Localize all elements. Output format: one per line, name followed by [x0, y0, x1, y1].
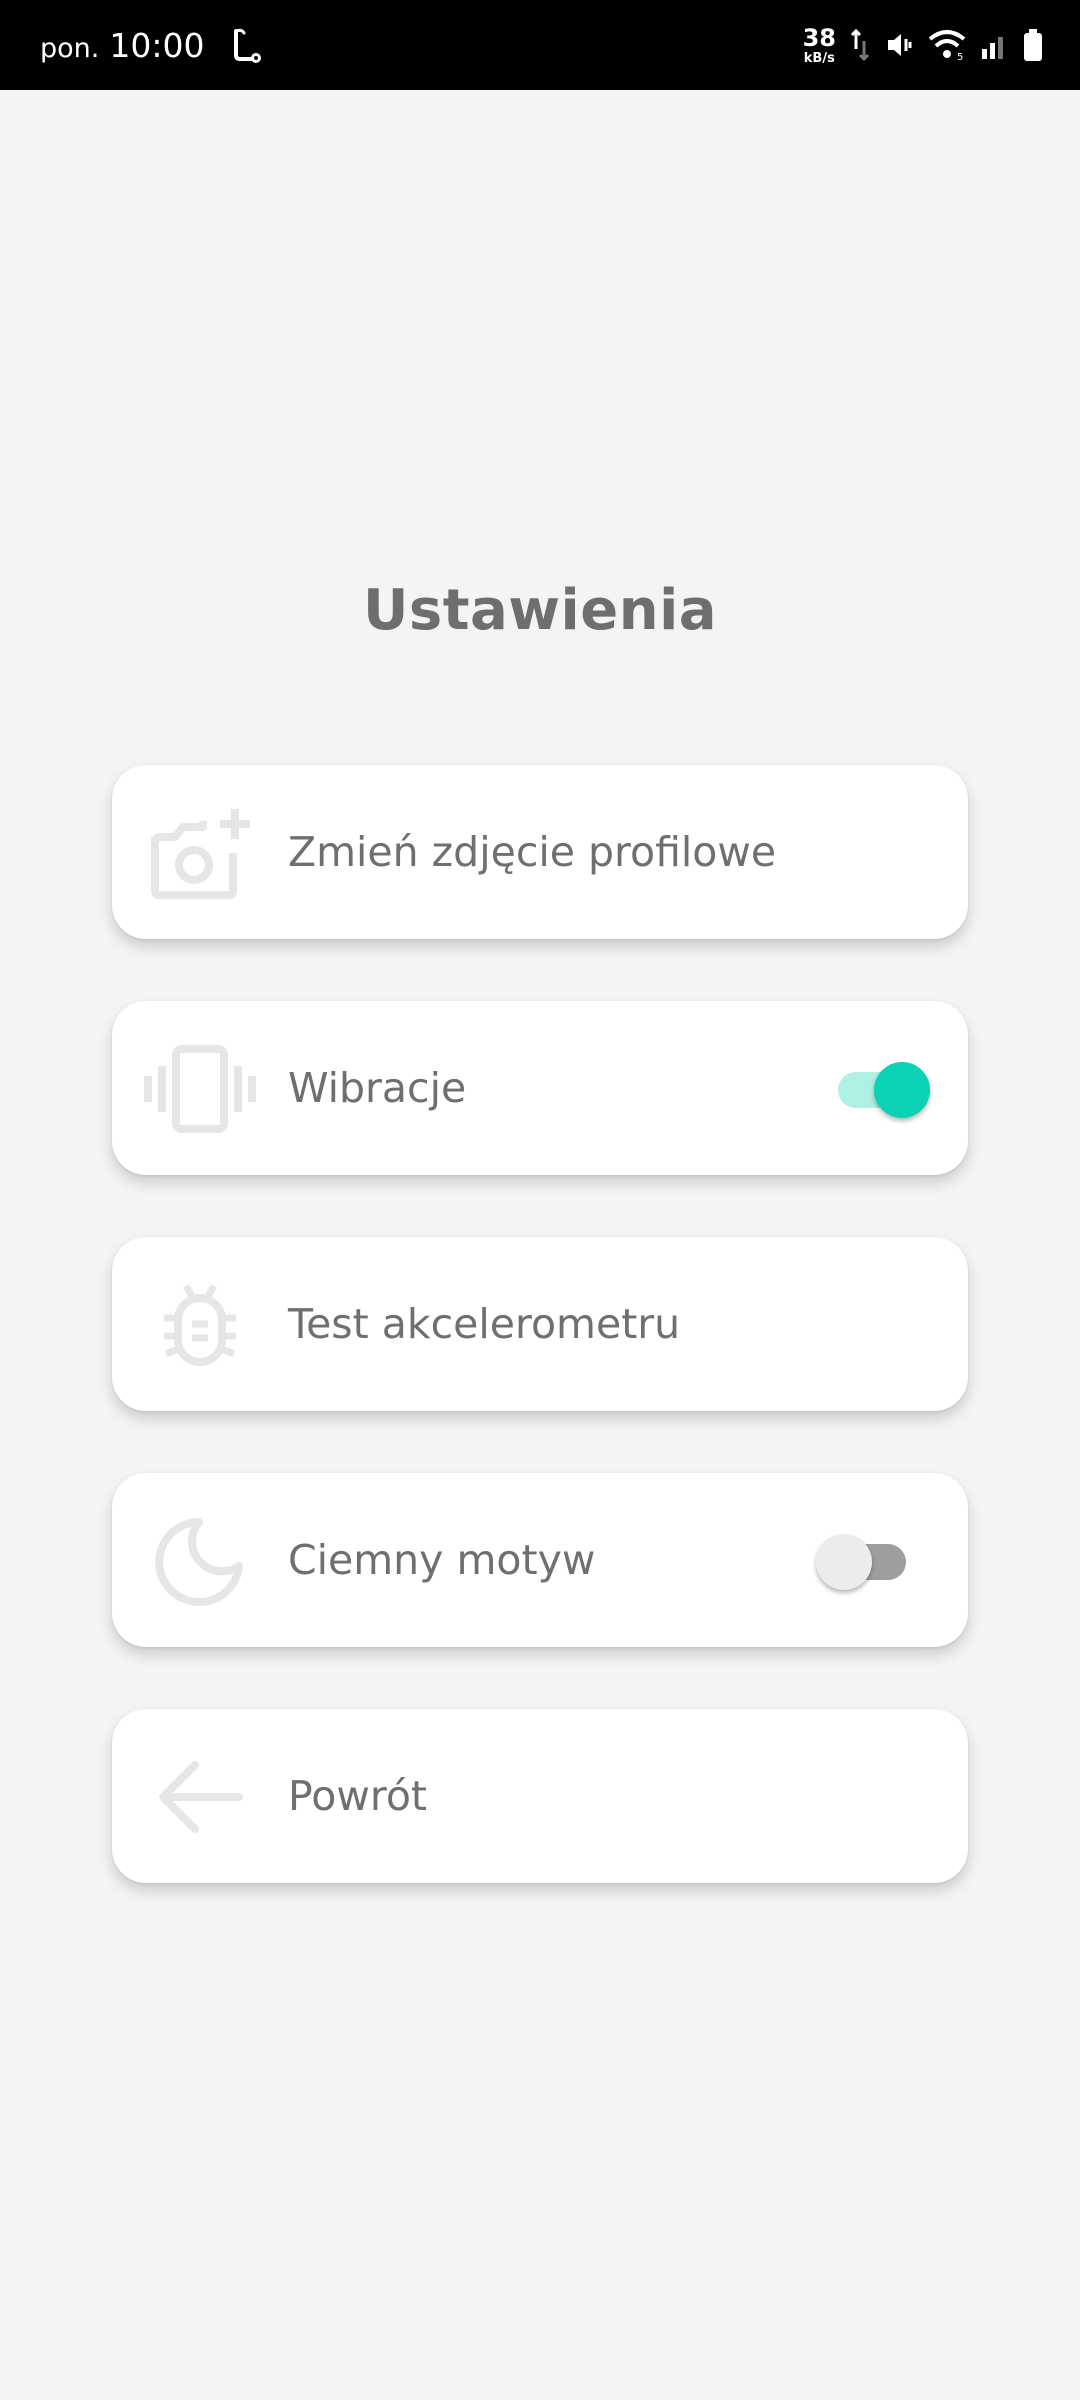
add-photo-icon [142, 795, 258, 911]
vibrate-mode-icon [884, 29, 914, 61]
app-notification-icon [228, 25, 264, 65]
data-transfer-icon [850, 27, 870, 63]
bug-icon [142, 1267, 258, 1383]
toggle-thumb [816, 1534, 872, 1590]
settings-item-dark-theme[interactable]: Ciemny motyw [112, 1473, 968, 1647]
dark-theme-toggle[interactable] [816, 1525, 906, 1595]
vibrations-toggle[interactable] [838, 1053, 930, 1123]
status-bar-right: 38 kB/s 5 [803, 0, 1044, 90]
battery-icon [1022, 28, 1044, 62]
arrow-left-icon [142, 1739, 258, 1855]
settings-item-label: Ciemny motyw [288, 1536, 596, 1584]
net-speed-unit: kB/s [803, 50, 835, 66]
settings-item-label: Zmień zdjęcie profilowe [288, 828, 777, 876]
wifi-icon: 5 [928, 29, 966, 61]
toggle-thumb [874, 1062, 930, 1118]
status-bar-left: pon. 10:00 [40, 0, 264, 90]
status-bar: pon. 10:00 38 kB/s 5 [0, 0, 1080, 90]
settings-item-label: Test akcelerometru [288, 1300, 681, 1348]
svg-text:5: 5 [957, 52, 963, 61]
status-day: pon. [40, 32, 100, 64]
vibration-icon [142, 1031, 258, 1147]
page-title: Ustawienia [362, 578, 718, 643]
settings-item-vibrations[interactable]: Wibracje [112, 1001, 968, 1175]
settings-item-back[interactable]: Powrót [112, 1709, 968, 1883]
cell-signal-icon [980, 29, 1008, 61]
settings-item-label: Powrót [288, 1772, 427, 1820]
status-time: 10:00 [109, 25, 205, 65]
settings-item-accelerometer-test[interactable]: Test akcelerometru [112, 1237, 968, 1411]
net-speed-value: 38 [802, 23, 836, 52]
net-speed: 38 kB/s [803, 26, 836, 65]
settings-item-change-photo[interactable]: Zmień zdjęcie profilowe [112, 765, 968, 939]
settings-item-label: Wibracje [288, 1064, 467, 1112]
moon-icon [142, 1503, 258, 1619]
